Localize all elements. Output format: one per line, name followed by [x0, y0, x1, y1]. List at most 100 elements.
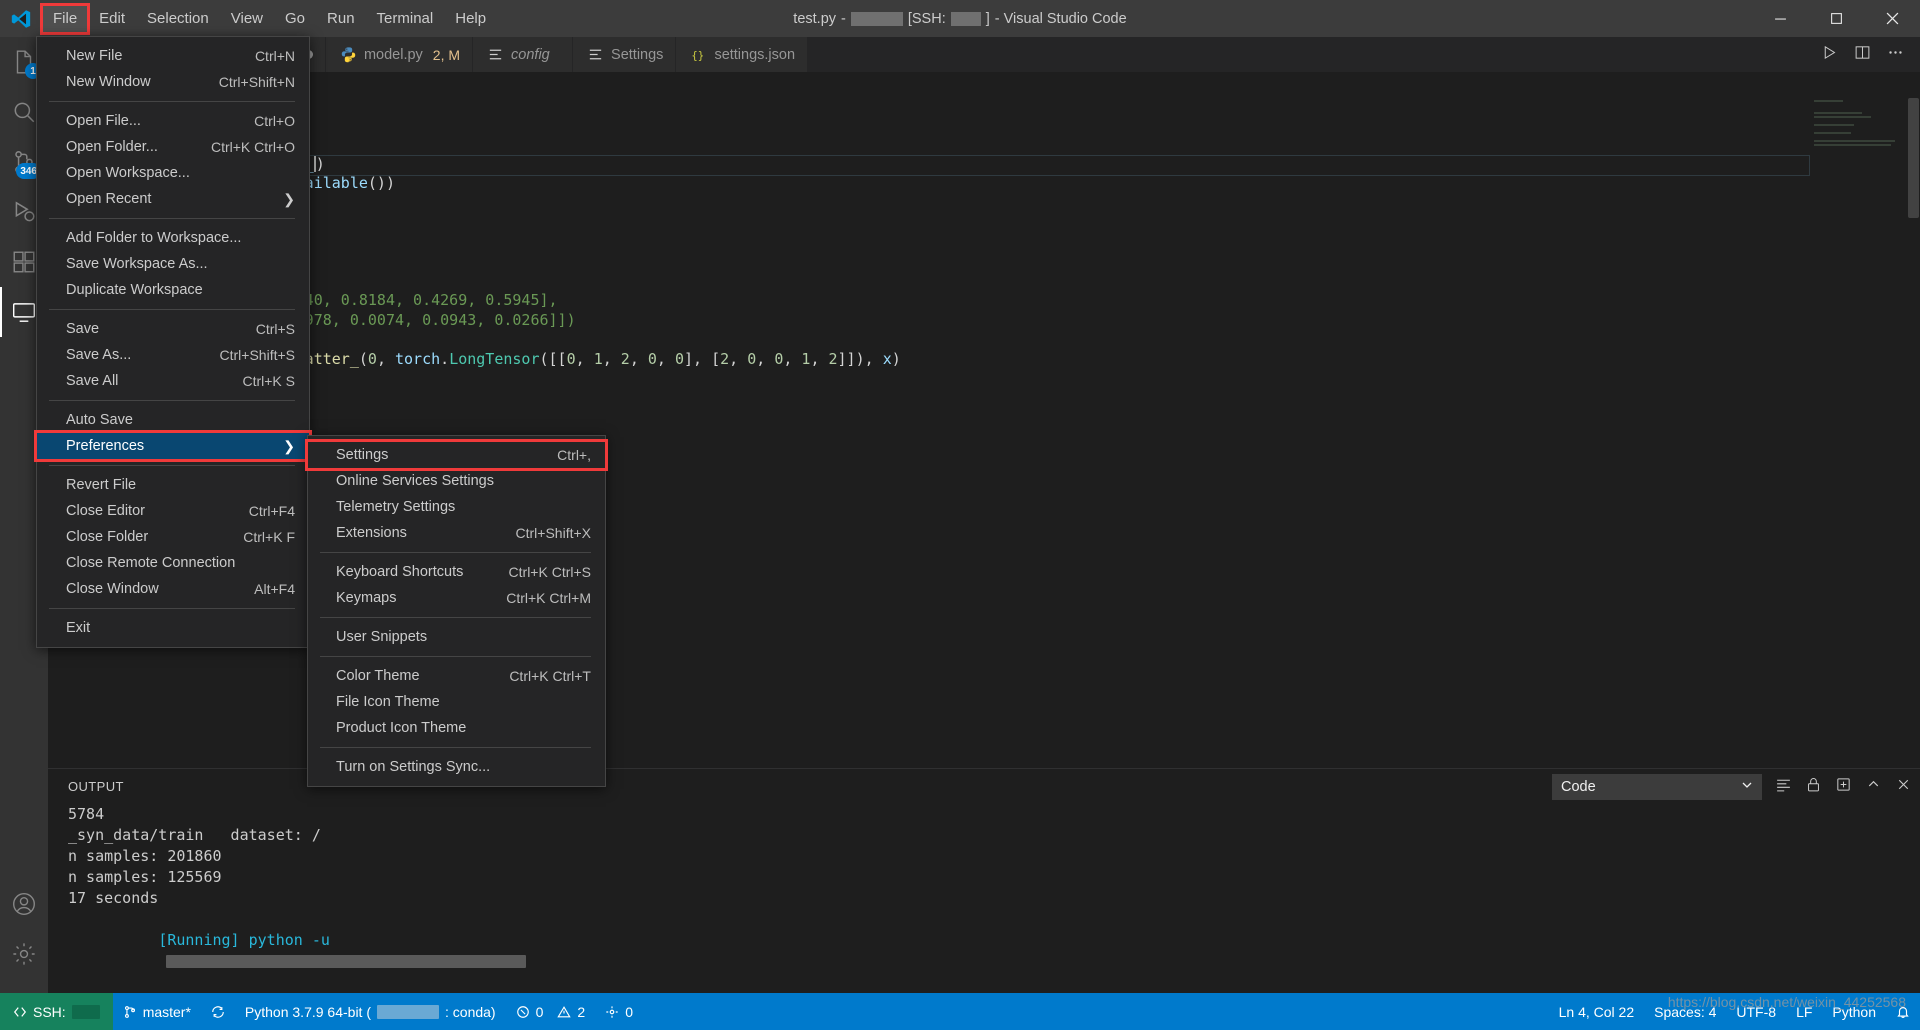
- code-line[interactable]: 11 #tensor([[0.1940, 0.3340, 0.8184, 0.4…: [48, 291, 1920, 311]
- status-cursor-position[interactable]: Ln 4, Col 22: [1549, 993, 1645, 1030]
- menu-bar[interactable]: File Edit Selection View Go Run Terminal…: [42, 0, 497, 37]
- panel-actions[interactable]: Code: [1552, 769, 1912, 804]
- minimap[interactable]: [1814, 100, 1906, 160]
- menuitem-exit[interactable]: Exit: [37, 615, 309, 641]
- menuitem-add-folder-to-workspace[interactable]: Add Folder to Workspace...: [37, 225, 309, 251]
- maximize-panel-icon[interactable]: [1865, 776, 1882, 798]
- menuitem-revert-file[interactable]: Revert File: [37, 472, 309, 498]
- code-line[interactable]: 15 print(y): [48, 369, 1920, 389]
- terminal-output[interactable]: 5784 _syn_data/train dataset: / n sample…: [48, 804, 1920, 930]
- minimize-icon[interactable]: [1752, 0, 1808, 37]
- menuitem-save-as[interactable]: Save As... Ctrl+Shift+S: [37, 342, 309, 368]
- lock-scroll-icon[interactable]: [1805, 776, 1822, 798]
- status-language-mode[interactable]: Python: [1822, 993, 1886, 1030]
- code-line[interactable]: 5 print(torch.cuda.is_available()): [48, 174, 1920, 194]
- status-branch[interactable]: master*: [113, 993, 201, 1030]
- close-panel-icon[interactable]: [1895, 776, 1912, 798]
- menuitem-duplicate-workspace[interactable]: Duplicate Workspace: [37, 277, 309, 303]
- code-lines[interactable]: 1 import torch 2 3 4 print(torch.__versi…: [48, 96, 1920, 389]
- submenuitem-file-icon-theme[interactable]: File Icon Theme: [308, 689, 605, 715]
- more-actions-icon[interactable]: [1887, 44, 1904, 66]
- code-line[interactable]: 8: [48, 233, 1920, 253]
- submenuitem-telemetry-settings[interactable]: Telemetry Settings: [308, 494, 605, 520]
- submenuitem-online-services-settings[interactable]: Online Services Settings: [308, 468, 605, 494]
- code-line-current[interactable]: 4 print(torch.__version__): [48, 155, 1920, 175]
- status-encoding[interactable]: UTF-8: [1726, 993, 1786, 1030]
- status-indentation[interactable]: Spaces: 4: [1644, 993, 1726, 1030]
- menuitem-open-folder[interactable]: Open Folder... Ctrl+K Ctrl+O: [37, 134, 309, 160]
- clear-output-icon[interactable]: [1775, 776, 1792, 798]
- menuitem-save-workspace-as[interactable]: Save Workspace As...: [37, 251, 309, 277]
- menuitem-new-window[interactable]: New Window Ctrl+Shift+N: [37, 69, 309, 95]
- code-line[interactable]: 6: [48, 194, 1920, 214]
- submenuitem-settings[interactable]: Settings Ctrl+,: [308, 442, 605, 468]
- code-line[interactable]: 12 # [0.2078, 0.5978, 0.0074, 0.0943, 0.…: [48, 311, 1920, 331]
- submenuitem-color-theme[interactable]: Color Theme Ctrl+K Ctrl+T: [308, 663, 605, 689]
- status-ports[interactable]: 0: [595, 993, 643, 1030]
- submenuitem-turn-on-settings-sync[interactable]: Turn on Settings Sync...: [308, 754, 605, 780]
- menuitem-open-file[interactable]: Open File... Ctrl+O: [37, 108, 309, 134]
- menuitem-close-editor[interactable]: Close Editor Ctrl+F4: [37, 498, 309, 524]
- submenuitem-product-icon-theme[interactable]: Product Icon Theme: [308, 715, 605, 741]
- menuitem-close-folder[interactable]: Close Folder Ctrl+K F: [37, 524, 309, 550]
- menu-go[interactable]: Go: [274, 5, 316, 33]
- status-remote-indicator[interactable]: SSH:: [0, 993, 113, 1030]
- status-sync[interactable]: [201, 993, 235, 1030]
- menu-edit[interactable]: Edit: [88, 5, 136, 33]
- menu-selection[interactable]: Selection: [136, 5, 220, 33]
- menuitem-save[interactable]: Save Ctrl+S: [37, 316, 309, 342]
- status-bar-right[interactable]: Ln 4, Col 22 Spaces: 4 UTF-8 LF Python: [1549, 993, 1920, 1030]
- window-controls[interactable]: [1752, 0, 1920, 37]
- code-line[interactable]: 1 import torch: [48, 96, 1920, 116]
- new-terminal-icon[interactable]: [1835, 776, 1852, 798]
- status-bar[interactable]: SSH: master* Python 3.7.9 64-bit ( : con…: [0, 993, 1920, 1030]
- menu-file[interactable]: File: [42, 5, 88, 33]
- activity-manage-gear-icon[interactable]: [0, 929, 48, 979]
- status-problems[interactable]: 0 2: [506, 993, 596, 1030]
- editor-tabs[interactable]: test.py ✕ train.py M model.py 2, M: [48, 37, 1920, 72]
- tab-model-py[interactable]: model.py 2, M: [326, 37, 473, 72]
- code-line[interactable]: 14 y=torch.zeros(3, 5).scatter_(0, torch…: [48, 350, 1920, 370]
- split-editor-icon[interactable]: [1854, 44, 1871, 66]
- code-line[interactable]: 10: [48, 272, 1920, 292]
- menu-terminal[interactable]: Terminal: [366, 5, 445, 33]
- code-line[interactable]: 2: [48, 116, 1920, 136]
- activity-accounts-icon[interactable]: [0, 879, 48, 929]
- maximize-icon[interactable]: [1808, 0, 1864, 37]
- scrollbar-thumb[interactable]: [1908, 98, 1919, 218]
- editor-actions[interactable]: [1805, 37, 1920, 72]
- code-line[interactable]: 9 x = torch.rand(2, 5): [48, 252, 1920, 272]
- panel-tab-output[interactable]: OUTPUT: [68, 779, 124, 794]
- menu-run[interactable]: Run: [316, 5, 366, 33]
- file-menu-dropdown[interactable]: New File Ctrl+N New Window Ctrl+Shift+N …: [36, 36, 310, 648]
- code-line[interactable]: 3: [48, 135, 1920, 155]
- status-eol[interactable]: LF: [1786, 993, 1822, 1030]
- tab-settings-json[interactable]: {} settings.json: [676, 37, 808, 72]
- menuitem-new-file[interactable]: New File Ctrl+N: [37, 43, 309, 69]
- code-line[interactable]: 7 print("hello word"): [48, 213, 1920, 233]
- breadcrumb[interactable]: project_test ❯ test.py ❯ ...: [48, 72, 1920, 96]
- menuitem-close-remote-connection[interactable]: Close Remote Connection: [37, 550, 309, 576]
- submenuitem-keyboard-shortcuts[interactable]: Keyboard Shortcuts Ctrl+K Ctrl+S: [308, 559, 605, 585]
- menuitem-auto-save[interactable]: Auto Save: [37, 407, 309, 433]
- preferences-submenu[interactable]: Settings Ctrl+, Online Services Settings…: [307, 435, 606, 787]
- tab-settings[interactable]: Settings: [573, 37, 676, 72]
- menuitem-open-recent[interactable]: Open Recent ❯: [37, 186, 309, 212]
- menuitem-close-window[interactable]: Close Window Alt+F4: [37, 576, 309, 602]
- close-icon[interactable]: [1864, 0, 1920, 37]
- submenuitem-user-snippets[interactable]: User Snippets: [308, 624, 605, 650]
- status-python-interpreter[interactable]: Python 3.7.9 64-bit ( : conda): [235, 993, 506, 1030]
- run-python-file-icon[interactable]: [1821, 44, 1838, 66]
- code-line[interactable]: 13: [48, 330, 1920, 350]
- menuitem-save-all[interactable]: Save All Ctrl+K S: [37, 368, 309, 394]
- submenuitem-extensions[interactable]: Extensions Ctrl+Shift+X: [308, 520, 605, 546]
- menuitem-preferences[interactable]: Preferences ❯: [37, 433, 309, 459]
- tab-config[interactable]: config: [473, 37, 573, 72]
- status-bar-main[interactable]: master* Python 3.7.9 64-bit ( : conda) 0…: [113, 993, 1920, 1030]
- status-notifications-bell-icon[interactable]: [1886, 993, 1920, 1030]
- terminal-select[interactable]: Code: [1552, 774, 1762, 800]
- menu-help[interactable]: Help: [444, 5, 497, 33]
- menuitem-open-workspace[interactable]: Open Workspace...: [37, 160, 309, 186]
- submenuitem-keymaps[interactable]: Keymaps Ctrl+K Ctrl+M: [308, 585, 605, 611]
- menu-view[interactable]: View: [220, 5, 274, 33]
